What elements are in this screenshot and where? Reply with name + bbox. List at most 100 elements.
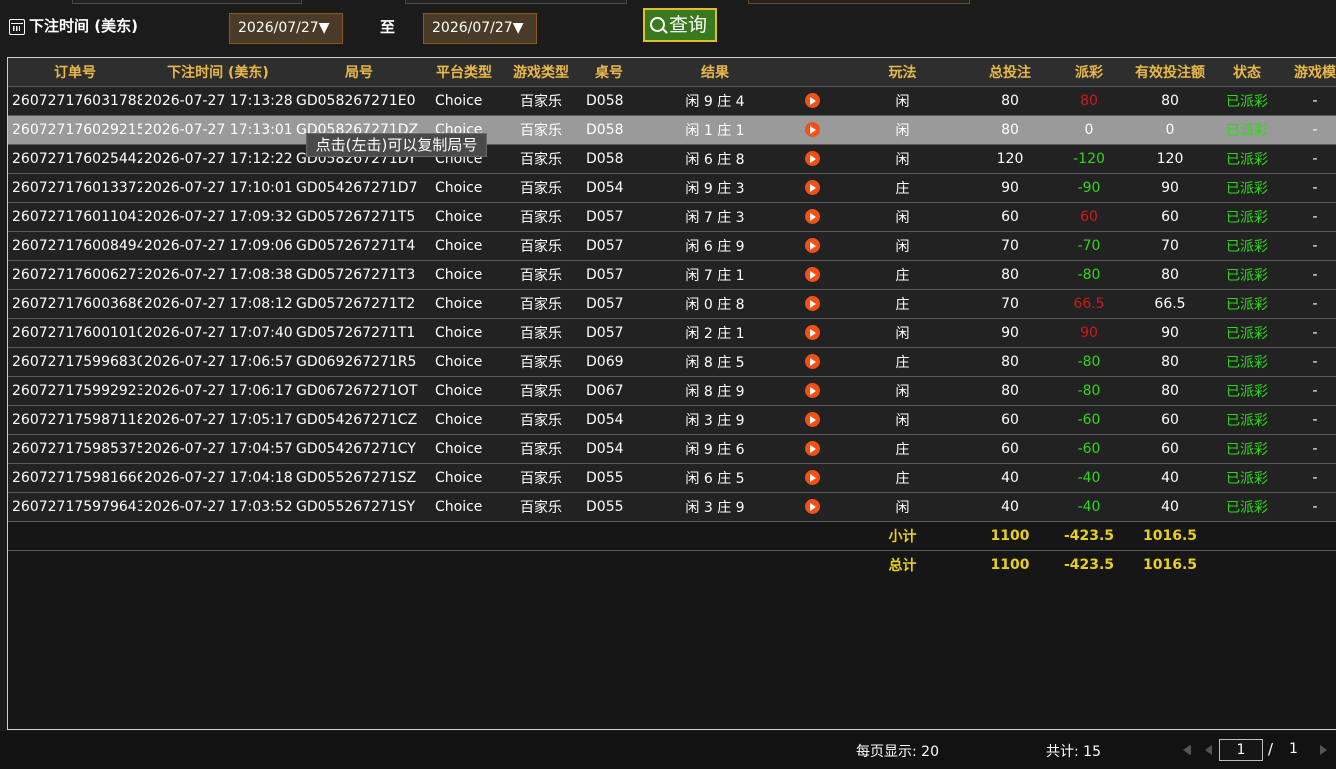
- payout-cell: 60: [1050, 201, 1128, 231]
- replay-cell[interactable]: [790, 172, 835, 202]
- replay-cell[interactable]: [790, 433, 835, 463]
- replay-cell[interactable]: [790, 462, 835, 492]
- date-from-select[interactable]: 2026/07/27▼: [229, 13, 343, 44]
- filter-bar: 下注时间 (美东) 2026/07/27▼ 至 2026/07/27▼ 查询: [0, 0, 1336, 58]
- status-cell: 已派彩: [1212, 404, 1282, 434]
- game-type-cell: 百家乐: [504, 375, 578, 405]
- round-number-cell[interactable]: GD058267271E0: [294, 85, 424, 115]
- play-icon[interactable]: [805, 267, 820, 282]
- replay-cell[interactable]: [790, 346, 835, 376]
- round-number-cell[interactable]: GD057267271T1: [294, 317, 424, 347]
- round-number-cell[interactable]: GD057267271T3: [294, 259, 424, 289]
- table-row[interactable]: 260727176008494 2026-07-27 17:09:06 GD0572…: [8, 230, 1336, 260]
- platform-cell: Choice: [424, 317, 504, 347]
- subtotal-row: 小计 1100 -423.5 1016.5: [8, 520, 1336, 550]
- next-page-icon[interactable]: [1320, 745, 1327, 755]
- summary-spacer: [1212, 549, 1336, 579]
- round-number-cell[interactable]: GD055267271SY: [294, 491, 424, 521]
- play-icon[interactable]: [805, 354, 820, 369]
- table-row[interactable]: 260727176011043 2026-07-27 17:09:32 GD0572…: [8, 201, 1336, 231]
- table-row[interactable]: 260727175992923 2026-07-27 17:06:17 GD0672…: [8, 375, 1336, 405]
- status-cell: 已派彩: [1212, 317, 1282, 347]
- to-label: 至: [380, 18, 396, 36]
- table-row[interactable]: 260727176006273 2026-07-27 17:08:38 GD0572…: [8, 259, 1336, 289]
- play-icon[interactable]: [805, 93, 820, 108]
- status-cell: 已派彩: [1212, 143, 1282, 173]
- payout-cell: 90: [1050, 317, 1128, 347]
- bet-time-cell: 2026-07-27 17:10:01: [142, 172, 294, 202]
- payout-cell: -80: [1050, 259, 1128, 289]
- prev-page-icon[interactable]: [1205, 745, 1212, 755]
- table-number-cell: D055: [578, 462, 640, 492]
- result-cell: 闲 8 庄 9: [640, 375, 790, 405]
- replay-cell[interactable]: [790, 491, 835, 521]
- play-type-cell: 庄: [835, 433, 970, 463]
- replay-cell[interactable]: [790, 230, 835, 260]
- game-mode-cell: -: [1282, 85, 1336, 115]
- play-type-cell: 庄: [835, 346, 970, 376]
- table-row[interactable]: 260727176025442 2026-07-27 17:12:22 GD0582…: [8, 143, 1336, 173]
- replay-cell[interactable]: [790, 288, 835, 318]
- table-row[interactable]: 260727175996830 2026-07-27 17:06:57 GD0692…: [8, 346, 1336, 376]
- replay-cell[interactable]: [790, 404, 835, 434]
- play-icon[interactable]: [805, 470, 820, 485]
- round-number-cell[interactable]: GD067267271OT: [294, 375, 424, 405]
- total-valid: 1016.5: [1128, 549, 1212, 579]
- play-icon[interactable]: [805, 209, 820, 224]
- round-number-cell[interactable]: GD057267271T2: [294, 288, 424, 318]
- valid-bet-cell: 60: [1128, 404, 1212, 434]
- table-row[interactable]: 260727176003686 2026-07-27 17:08:12 GD0572…: [8, 288, 1336, 318]
- table-row[interactable]: 260727175987118 2026-07-27 17:05:17 GD0542…: [8, 404, 1336, 434]
- play-icon[interactable]: [805, 383, 820, 398]
- table-row[interactable]: 260727176013372 2026-07-27 17:10:01 GD0542…: [8, 172, 1336, 202]
- play-icon[interactable]: [805, 296, 820, 311]
- hidden-input-edge: [72, 0, 302, 4]
- play-icon[interactable]: [805, 180, 820, 195]
- page-separator: /: [1268, 740, 1274, 758]
- result-cell: 闲 3 庄 9: [640, 491, 790, 521]
- play-icon[interactable]: [805, 499, 820, 514]
- game-mode-cell: -: [1282, 143, 1336, 173]
- round-number-cell[interactable]: GD054267271CY: [294, 433, 424, 463]
- bet-time-cell: 2026-07-27 17:06:17: [142, 375, 294, 405]
- replay-cell[interactable]: [790, 317, 835, 347]
- replay-cell[interactable]: [790, 259, 835, 289]
- order-number-cell: 260727176001010: [8, 317, 142, 347]
- table-number-cell: D058: [578, 114, 640, 144]
- round-number-cell[interactable]: GD069267271R5: [294, 346, 424, 376]
- table-number-cell: D057: [578, 317, 640, 347]
- play-icon[interactable]: [805, 238, 820, 253]
- table-row[interactable]: 260727176001010 2026-07-27 17:07:40 GD0572…: [8, 317, 1336, 347]
- table-row[interactable]: 260727176029215 2026-07-27 17:13:01 GD0582…: [8, 114, 1336, 144]
- play-icon[interactable]: [805, 122, 820, 137]
- round-number-cell[interactable]: GD054267271CZ: [294, 404, 424, 434]
- replay-cell[interactable]: [790, 201, 835, 231]
- play-icon[interactable]: [805, 325, 820, 340]
- table-row[interactable]: 260727175985375 2026-07-27 17:04:57 GD0542…: [8, 433, 1336, 463]
- table-row[interactable]: 260727175981666 2026-07-27 17:04:18 GD0552…: [8, 462, 1336, 492]
- status-cell: 已派彩: [1212, 375, 1282, 405]
- copy-round-tooltip: 点击(左击)可以复制局号: [306, 133, 487, 157]
- replay-cell[interactable]: [790, 375, 835, 405]
- replay-cell[interactable]: [790, 85, 835, 115]
- query-button[interactable]: 查询: [643, 8, 717, 42]
- total-bet-cell: 70: [970, 288, 1050, 318]
- table-row[interactable]: 260727176031788 2026-07-27 17:13:28 GD0582…: [8, 85, 1336, 115]
- replay-cell[interactable]: [790, 114, 835, 144]
- round-number-cell[interactable]: GD057267271T5: [294, 201, 424, 231]
- round-number-cell[interactable]: GD057267271T4: [294, 230, 424, 260]
- table-row[interactable]: 260727175979643 2026-07-27 17:03:52 GD0552…: [8, 491, 1336, 521]
- bet-time-cell: 2026-07-27 17:05:17: [142, 404, 294, 434]
- round-number-cell[interactable]: GD054267271D7: [294, 172, 424, 202]
- result-cell: 闲 9 庄 3: [640, 172, 790, 202]
- date-to-select[interactable]: 2026/07/27▼: [423, 13, 537, 44]
- replay-cell[interactable]: [790, 143, 835, 173]
- play-icon[interactable]: [805, 412, 820, 427]
- first-page-icon[interactable]: [1183, 745, 1191, 755]
- page-number-input[interactable]: [1219, 739, 1263, 761]
- order-number-cell: 260727176025442: [8, 143, 142, 173]
- round-number-cell[interactable]: GD055267271SZ: [294, 462, 424, 492]
- play-icon[interactable]: [805, 441, 820, 456]
- payout-cell: -90: [1050, 172, 1128, 202]
- play-icon[interactable]: [805, 151, 820, 166]
